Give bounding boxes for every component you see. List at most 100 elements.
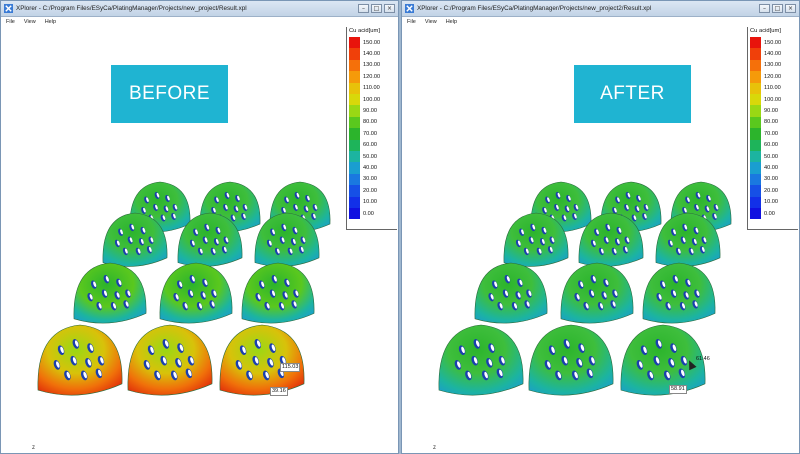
helmet-model[interactable] [438,324,524,396]
helmet-model[interactable] [474,262,548,324]
window-title: XPlorer - C:/Program Files/ESyCa/Plating… [16,5,247,12]
legend-row: 20.00 [750,185,778,197]
legend-swatch [349,105,360,117]
menu-file[interactable]: File [6,19,15,25]
legend-swatch [750,173,761,186]
legend-value: 60.00 [764,142,778,149]
legend-swatch [349,71,360,83]
legend-value: 90.00 [764,108,778,115]
legend-swatch [750,59,761,72]
menu-bar: File View Help [402,17,799,26]
legend-swatch [349,185,360,197]
legend-row: 10.00 [349,196,377,208]
menu-help[interactable]: Help [45,19,56,25]
helmet-model[interactable] [37,324,123,396]
legend-value: 120.00 [764,73,782,80]
helmet-model[interactable] [73,262,147,324]
legend-swatch [349,37,360,49]
legend-value: 10.00 [764,199,778,206]
point-value-label: 115.03 [280,363,301,372]
legend-row: 90.00 [750,105,778,117]
maximize-icon[interactable]: □ [371,4,382,13]
minimize-icon[interactable]: – [759,4,770,13]
helmet-model[interactable] [159,262,233,324]
close-icon[interactable]: × [384,4,395,13]
legend-title: Cu acid[um] [750,28,781,34]
legend-row: 60.00 [750,139,778,151]
color-legend: Cu acid[um] 150.00 140.00 130.00 120.00 110.… [346,27,397,230]
legend-value: 120.00 [363,73,381,80]
helmet-model[interactable] [560,262,634,324]
legend-swatch [750,37,761,49]
legend-swatch [349,173,360,186]
legend-swatch [750,82,761,94]
title-bar[interactable]: XPlorer - C:/Program Files/ESyCa/Plating… [402,1,799,17]
legend-row: 0.00 [750,208,775,220]
legend-value: 40.00 [764,165,778,172]
legend-value: 130.00 [363,62,381,69]
legend-value: 80.00 [764,119,778,126]
helmet-model[interactable] [127,324,213,396]
legend-swatch [349,151,360,163]
legend-swatch [349,128,360,140]
legend-value: 50.00 [764,153,778,160]
legend-swatch [349,59,360,72]
legend-swatch [750,116,761,129]
helmet-model[interactable] [642,262,716,324]
legend-value: 10.00 [363,199,377,206]
legend-swatch [750,71,761,83]
legend-value: 20.00 [764,187,778,194]
legend-row: 50.00 [349,151,377,163]
point-value-label: 61.46 [696,356,710,362]
maximize-icon[interactable]: □ [772,4,783,13]
legend-row: 50.00 [750,151,778,163]
legend-row: 40.00 [349,162,377,174]
xplorer-window-before[interactable]: XPlorer - C:/Program Files/ESyCa/Plating… [0,0,399,454]
after-banner: AFTER [574,65,691,123]
legend-value: 70.00 [363,130,377,137]
legend-row: 130.00 [750,59,781,72]
legend-row: 110.00 [349,82,380,94]
xplorer-window-after[interactable]: XPlorer - C:/Program Files/ESyCa/Plating… [401,0,800,454]
legend-swatch [349,196,360,208]
legend-row: 100.00 [349,94,380,106]
helmet-model[interactable] [528,324,614,396]
legend-row: 110.00 [750,82,781,94]
menu-file[interactable]: File [407,19,416,25]
legend-value: 70.00 [764,130,778,137]
3d-viewport[interactable]: AFTER Cu acid[um] 150.00 140.00 130.00 120.… [403,27,798,452]
menu-view[interactable]: View [425,19,437,25]
helmet-model[interactable] [241,262,315,324]
legend-swatch [750,185,761,197]
title-bar[interactable]: XPlorer - C:/Program Files/ESyCa/Plating… [1,1,398,17]
legend-swatch [349,162,360,174]
legend-value: 40.00 [363,165,377,172]
legend-value: 90.00 [363,108,377,115]
legend-value: 140.00 [764,51,782,58]
3d-viewport[interactable]: BEFORE Cu acid[um] 150.00 140.00 130.00 120… [2,27,397,452]
legend-value: 150.00 [363,39,381,46]
legend-value: 100.00 [764,96,782,103]
menu-view[interactable]: View [24,19,36,25]
legend-swatch [750,105,761,117]
menu-help[interactable]: Help [446,19,457,25]
legend-swatch [349,48,360,60]
helmet-model[interactable] [219,324,305,396]
legend-row: 30.00 [349,173,377,186]
legend-value: 110.00 [764,85,781,92]
legend-swatch [750,94,761,106]
legend-swatch [349,82,360,94]
close-icon[interactable]: × [785,4,796,13]
legend-value: 0.00 [764,210,775,217]
before-banner: BEFORE [111,65,228,123]
legend-value: 80.00 [363,119,377,126]
legend-swatch [349,139,360,151]
minimize-icon[interactable]: – [358,4,369,13]
legend-row: 80.00 [349,116,377,129]
menu-bar: File View Help [1,17,398,26]
legend-row: 70.00 [750,128,778,140]
legend-row: 140.00 [349,48,380,60]
legend-value: 20.00 [363,187,377,194]
legend-value: 50.00 [363,153,377,160]
legend-row: 100.00 [750,94,782,106]
